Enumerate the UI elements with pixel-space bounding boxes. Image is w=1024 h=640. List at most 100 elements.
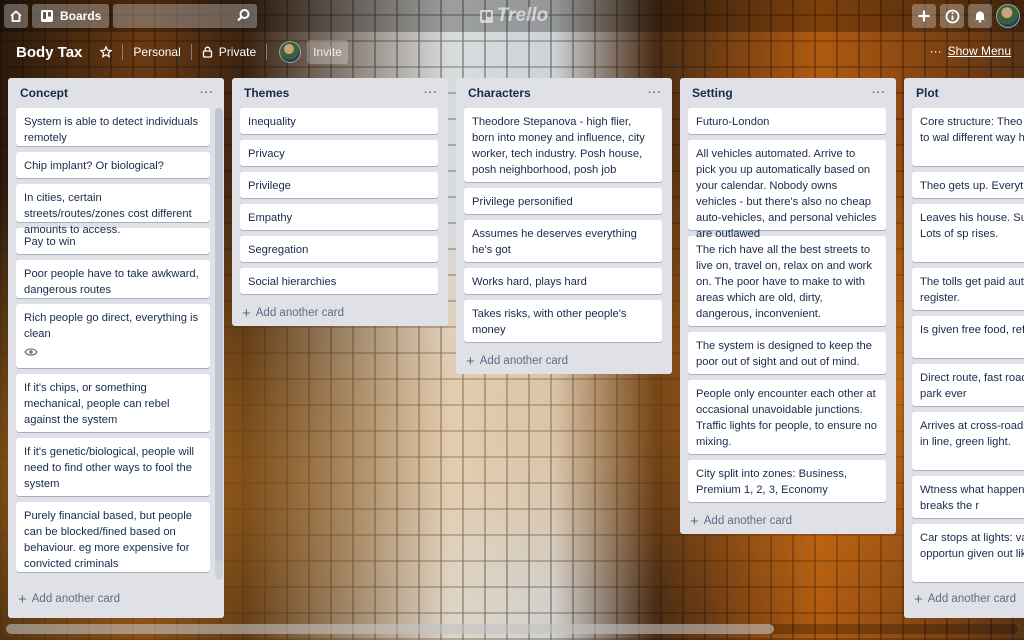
- list-menu-icon[interactable]: ···: [648, 87, 662, 99]
- list-card[interactable]: If it's chips, or something mechanical, …: [16, 374, 210, 432]
- trello-logo[interactable]: Trello: [470, 4, 558, 28]
- search-input[interactable]: [113, 4, 258, 28]
- list-title[interactable]: Themes: [244, 86, 289, 100]
- list-plot: Plot Core structure: Theo Gets fired. Ha…: [904, 78, 1024, 618]
- list-card[interactable]: Futuro-London: [688, 108, 886, 134]
- trello-logo-icon: [479, 9, 493, 23]
- info-button[interactable]: [940, 4, 964, 28]
- list-menu-icon[interactable]: ···: [200, 87, 214, 99]
- eye-icon: [24, 348, 38, 356]
- create-button[interactable]: [912, 4, 936, 28]
- list-card[interactable]: Privilege personified: [464, 188, 662, 214]
- board-horizontal-scrollbar[interactable]: [6, 624, 1018, 634]
- list-title[interactable]: Plot: [916, 86, 939, 100]
- list-card[interactable]: Car stops at lights: va sponsorship oppo…: [912, 524, 1024, 582]
- list-card[interactable]: Is given free food, ref in vehicle.: [912, 316, 1024, 358]
- boards-button[interactable]: Boards: [32, 4, 110, 28]
- star-button[interactable]: [100, 46, 113, 58]
- list-card[interactable]: Theodore Stepanova - high flier, born in…: [464, 108, 662, 182]
- list-characters: Characters ··· Theodore Stepanova - high…: [456, 78, 672, 374]
- list-card[interactable]: Works hard, plays hard: [464, 268, 662, 294]
- add-card-label: Add another card: [927, 593, 1016, 605]
- add-card-button[interactable]: + Add another card: [8, 586, 130, 612]
- list-card[interactable]: Wtness what happens someone breaks the r: [912, 476, 1024, 518]
- list-menu-icon[interactable]: ···: [424, 87, 438, 99]
- list-card[interactable]: Rich people go direct, everything is cle…: [16, 304, 210, 368]
- team-visibility-label: Personal: [133, 45, 181, 59]
- plus-icon: +: [18, 590, 27, 608]
- list-card[interactable]: Theo gets up. Everyth: [912, 172, 1024, 198]
- star-icon: [100, 46, 113, 58]
- list-themes: Themes ··· Inequality Privacy Privilege …: [232, 78, 448, 326]
- list-card[interactable]: Purely financial based, but people can b…: [16, 502, 210, 572]
- board-header: Body Tax Personal Private Invite ··· Sho…: [0, 36, 1024, 68]
- team-visibility-button[interactable]: Personal: [133, 45, 180, 59]
- list-card[interactable]: Poor people have to take awkward, danger…: [16, 260, 210, 298]
- list-menu-icon[interactable]: ···: [872, 87, 886, 99]
- list-scrollbar[interactable]: [215, 108, 223, 580]
- list-card[interactable]: Takes risks, with other people's money: [464, 300, 662, 342]
- add-card-button[interactable]: + Add another card: [456, 348, 672, 374]
- notifications-button[interactable]: [968, 4, 992, 28]
- scrollbar-thumb[interactable]: [6, 624, 774, 634]
- plus-icon: [918, 10, 930, 22]
- member-avatar[interactable]: [996, 4, 1020, 28]
- header-divider: [190, 44, 192, 60]
- list-card[interactable]: The system is designed to keep the poor …: [688, 332, 886, 374]
- list-title[interactable]: Characters: [468, 86, 531, 100]
- show-menu-label: Show Menu: [947, 44, 1011, 58]
- invite-button[interactable]: Invite: [307, 40, 348, 64]
- privacy-button[interactable]: Private: [202, 45, 256, 59]
- list-card[interactable]: Chip implant? Or biological?: [16, 152, 210, 178]
- list-title[interactable]: Concept: [20, 86, 68, 100]
- header-divider: [266, 44, 268, 60]
- add-card-button[interactable]: + Add another card: [680, 508, 896, 534]
- add-card-label: Add another card: [479, 355, 568, 367]
- list-card[interactable]: The tolls get paid auto doesn't even reg…: [912, 268, 1024, 310]
- header-divider: [122, 44, 124, 60]
- search-icon: [237, 9, 250, 22]
- list-card[interactable]: People only encounter each other at occa…: [688, 380, 886, 454]
- list-card[interactable]: Inequality: [240, 108, 438, 134]
- boards-icon: [41, 10, 53, 22]
- list-card[interactable]: Direct route, fast road through the park…: [912, 364, 1024, 406]
- list-card[interactable]: Segregation: [240, 236, 438, 262]
- list-card[interactable]: Social hierarchies: [240, 268, 438, 294]
- list-card[interactable]: Leaves his house. Su neighbours. Lots of…: [912, 204, 1024, 262]
- list-card[interactable]: System is able to detect individuals rem…: [16, 108, 210, 146]
- list-title[interactable]: Setting: [692, 86, 733, 100]
- privacy-label: Private: [218, 45, 257, 59]
- list-card[interactable]: If it's genetic/biological, people will …: [16, 438, 210, 496]
- add-card-button[interactable]: + Add another card: [904, 586, 1024, 612]
- add-card-label: Add another card: [255, 307, 344, 319]
- list-card[interactable]: Privacy: [240, 140, 438, 166]
- list-card[interactable]: The rich have all the best streets to li…: [688, 236, 886, 326]
- boards-label: Boards: [60, 9, 102, 23]
- plus-icon: +: [466, 352, 475, 370]
- board-title[interactable]: Body Tax: [16, 44, 82, 61]
- plus-icon: +: [690, 512, 699, 530]
- list-card[interactable]: In cities, certain streets/routes/zones …: [16, 184, 210, 236]
- list-card[interactable]: Core structure: Theo Gets fired. Has to …: [912, 108, 1024, 166]
- list-card[interactable]: Arrives at cross-roads Poor standing in …: [912, 412, 1024, 470]
- add-card-label: Add another card: [31, 593, 120, 605]
- list-card[interactable]: All vehicles automated. Arrive to pick y…: [688, 140, 886, 240]
- list-card[interactable]: Empathy: [240, 204, 438, 230]
- show-menu-button[interactable]: ··· Show Menu: [930, 44, 1011, 58]
- list-card[interactable]: Privilege: [240, 172, 438, 198]
- info-icon: [945, 9, 959, 23]
- list-card[interactable]: Assumes he deserves everything he's got: [464, 220, 662, 262]
- logo-text: Trello: [496, 5, 549, 26]
- board-member-avatar[interactable]: [279, 41, 302, 63]
- plus-icon: +: [914, 590, 923, 608]
- list-setting: Setting ··· Futuro-London All vehicles a…: [680, 78, 896, 534]
- top-header: Boards Trello: [0, 0, 1024, 32]
- lock-icon: [202, 46, 212, 58]
- more-icon: ···: [929, 44, 942, 58]
- add-card-button[interactable]: + Add another card: [232, 300, 448, 326]
- list-card[interactable]: City split into zones: Business, Premium…: [688, 460, 886, 502]
- home-button[interactable]: [4, 4, 28, 28]
- bell-icon: [975, 11, 985, 23]
- home-icon: [10, 10, 22, 22]
- list-concept: Concept ··· System is able to detect ind…: [8, 78, 224, 618]
